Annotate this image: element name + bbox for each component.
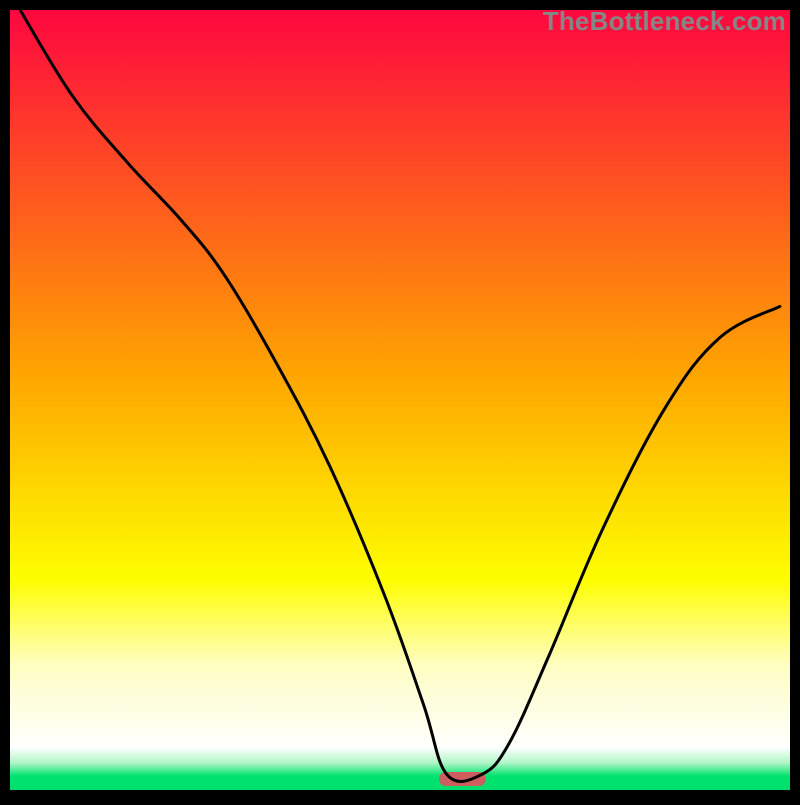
chart-frame: TheBottleneck.com: [0, 0, 800, 800]
bottleneck-chart: [0, 0, 800, 800]
plot-background: [10, 10, 790, 790]
watermark-text: TheBottleneck.com: [543, 6, 786, 37]
